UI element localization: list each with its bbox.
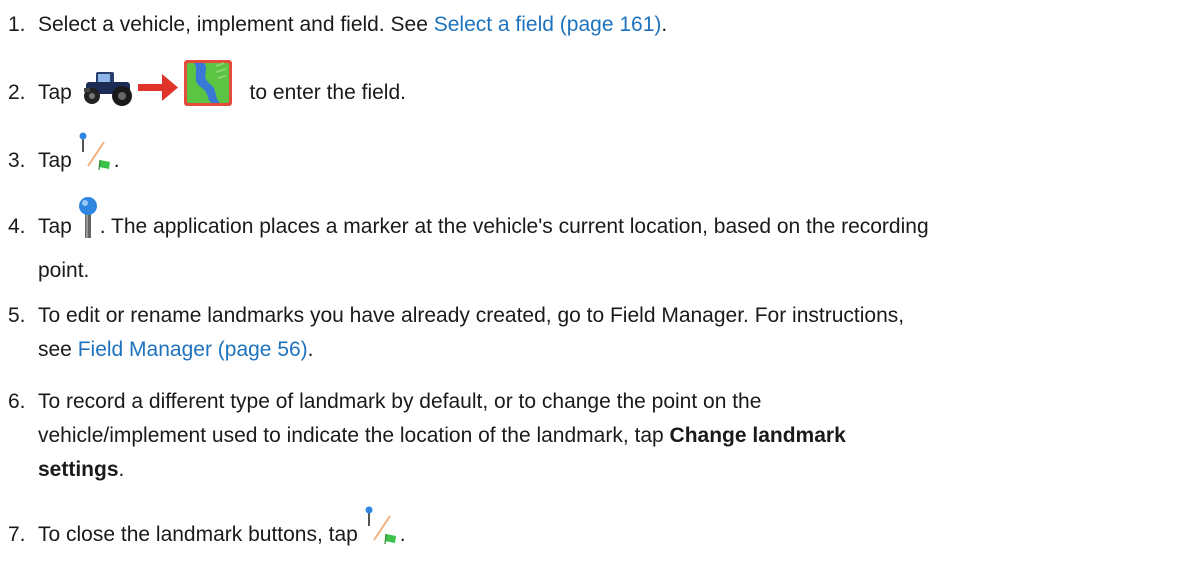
step-number: 1. [8, 13, 26, 36]
change-landmark-settings-label-cont: settings [38, 458, 119, 481]
step-text: Select a vehicle, implement and field. S… [38, 8, 1188, 42]
step-3: 3. Tap . [8, 132, 1188, 184]
step-text-before: Tap [38, 81, 78, 104]
step-text: To edit or rename landmarks you have alr… [38, 299, 1188, 367]
step-text-line1: To record a different type of landmark b… [38, 390, 762, 413]
step-text-line2-before: see [38, 338, 78, 361]
step-text-after: . [118, 458, 125, 481]
step-text-before: To close the landmark buttons, tap [38, 523, 364, 546]
step-text-after: . [661, 13, 668, 36]
step-number: 7. [8, 523, 26, 546]
step-6: 6. To record a different type of landmar… [8, 385, 1188, 487]
field-manager-link[interactable]: Field Manager (page 56) [78, 338, 308, 361]
step-text-before: To edit or rename landmarks you have alr… [38, 304, 905, 327]
select-field-link[interactable]: Select a field (page 161) [434, 13, 662, 36]
step-number: 5. [8, 304, 26, 327]
step-4: 4. Tap . The application places a marker… [8, 196, 1188, 288]
change-landmark-settings-label: Change landmark [669, 424, 846, 447]
step-text-after: . [307, 338, 314, 361]
step-text-after: to enter the field. [243, 81, 406, 104]
step-number: 6. [8, 390, 26, 413]
tractor-to-field-icon[interactable] [82, 58, 240, 108]
step-text-after: . [113, 149, 120, 172]
step-text: Tap . The application places a marker at… [38, 196, 1188, 288]
step-text: To record a different type of landmark b… [38, 385, 1188, 487]
landmark-toggle-icon[interactable] [78, 132, 114, 172]
step-number: 3. [8, 149, 26, 172]
step-text-after: . [399, 523, 406, 546]
step-text-after: . The application places a marker at the… [99, 215, 929, 238]
step-text-before: Tap [38, 149, 78, 172]
step-text-line2-before: vehicle/implement used to indicate the l… [38, 424, 670, 447]
step-7: 7. To close the landmark buttons, tap . [8, 506, 1188, 558]
step-1: 1. Select a vehicle, implement and field… [8, 8, 1188, 42]
step-number: 4. [8, 215, 26, 238]
step-2: 2. Tap to enter the field. [8, 58, 1188, 126]
step-text: Tap . [38, 132, 1188, 184]
step-5: 5. To edit or rename landmarks you have … [8, 299, 1188, 367]
step-text-line2: point. [38, 259, 90, 282]
step-text: To close the landmark buttons, tap . [38, 506, 1188, 558]
step-text: Tap to enter the field. [38, 58, 1188, 126]
step-text-before: Tap [38, 215, 78, 238]
pin-marker-icon[interactable] [78, 196, 98, 240]
landmark-toggle-icon[interactable] [364, 506, 400, 546]
step-number: 2. [8, 81, 26, 104]
step-text-before: Select a vehicle, implement and field. S… [38, 13, 434, 36]
